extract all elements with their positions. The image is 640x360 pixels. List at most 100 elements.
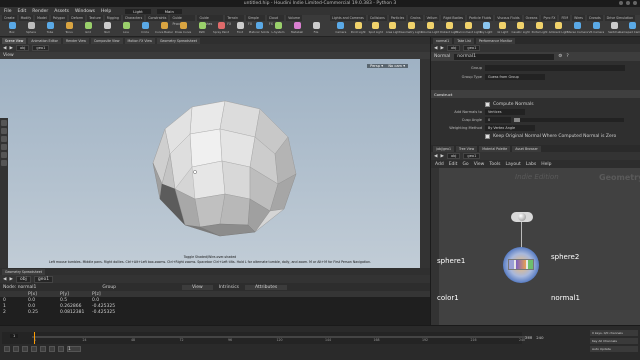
left-tab-geometry-spreadsheet[interactable]: Geometry Spreadsheet	[156, 37, 200, 44]
tab-material-palette[interactable]: Material Palette	[479, 145, 511, 152]
back-icon[interactable]: ◀	[434, 46, 437, 51]
shelf-tool-spot-light[interactable]: Spot Light	[369, 21, 383, 37]
network-menu-tools[interactable]: Tools	[489, 162, 500, 167]
shelf-tool-sky-light[interactable]: Sky Light	[479, 21, 493, 37]
back-icon[interactable]: ◀	[434, 154, 437, 159]
back-icon[interactable]: ◀	[3, 46, 6, 51]
tab-geometry-spreadsheet[interactable]: Geometry Spreadsheet	[2, 268, 45, 275]
shelf-tool-vr-camera[interactable]: VR Camera	[589, 21, 604, 37]
go-start-icon[interactable]	[4, 346, 10, 352]
shelf-tool-point-light[interactable]: Point Light	[351, 21, 366, 37]
network-menu-layout[interactable]: Layout	[505, 162, 520, 167]
forward-icon[interactable]: ▶	[9, 277, 12, 282]
shelf-tool-stereo-camera[interactable]: Stereo Camera	[567, 21, 588, 37]
select-tool-icon[interactable]	[1, 120, 7, 126]
path-node[interactable]: geo1	[32, 45, 50, 51]
keep-original-checkbox[interactable]	[485, 133, 490, 139]
timeline[interactable]: 1 1 24 48 72 96 120 144 168 192 216 240	[2, 332, 532, 344]
persp-menu[interactable]: Persp ▾	[367, 64, 386, 68]
stop-icon[interactable]	[31, 346, 37, 352]
handle-tool-icon[interactable]	[1, 152, 7, 158]
group-label[interactable]: Group	[102, 285, 116, 290]
shelf-tool-null[interactable]: Null	[99, 21, 115, 37]
shelf-tool-font[interactable]: Font	[232, 21, 248, 37]
slider-handle[interactable]	[514, 118, 520, 122]
maximize-icon[interactable]	[626, 1, 630, 5]
shelf-tool-path[interactable]: Path	[194, 21, 210, 37]
add-normals-menu[interactable]: Vertices	[485, 109, 525, 115]
scale-tool-icon[interactable]	[1, 144, 7, 150]
pose-tool-icon[interactable]	[1, 160, 7, 166]
path-node[interactable]: geo1	[463, 153, 481, 159]
network-menu-help[interactable]: Help	[541, 162, 551, 167]
desktop-selector[interactable]: Light	[125, 8, 151, 14]
shelf-tool-tube[interactable]: Tube	[42, 21, 58, 37]
shelf-tool-switcher[interactable]: Switcher	[607, 21, 621, 37]
menu-help[interactable]: Help	[101, 9, 111, 14]
cusp-angle-field[interactable]: 0	[485, 117, 511, 123]
shelf-tool-sphere[interactable]: Sphere	[23, 21, 39, 37]
compute-normals-checkbox[interactable]	[485, 101, 490, 107]
shelf-tool-metaball[interactable]: Metaball	[289, 21, 305, 37]
menu-assets[interactable]: Assets	[54, 9, 69, 14]
menu-edit[interactable]: Edit	[18, 9, 27, 14]
shelf-tool-distant-light[interactable]: Distant Light	[440, 21, 458, 37]
display-flag[interactable]	[528, 260, 533, 269]
forward-icon[interactable]: ▶	[440, 154, 443, 159]
path-root[interactable]: obj	[15, 275, 31, 283]
forward-icon[interactable]: ▶	[9, 46, 12, 51]
play-icon[interactable]	[40, 346, 46, 352]
shelf-tool-portal-light[interactable]: Portal Light	[532, 21, 548, 37]
tab-parameters[interactable]: normal1	[433, 37, 453, 44]
shelf-tool-curve-bezier[interactable]: Curve Bezier	[155, 21, 173, 37]
construct-section-header[interactable]: Construct	[431, 90, 640, 98]
step-forward-icon[interactable]	[49, 346, 55, 352]
shelf-tool-draw-curve[interactable]: Draw Curve	[175, 21, 191, 37]
network-menu-labs[interactable]: Labs	[526, 162, 536, 167]
shelf-tool-l-system[interactable]: L-System	[270, 21, 286, 37]
shelf-tool-line[interactable]: Line	[118, 21, 134, 37]
cusp-angle-slider[interactable]	[514, 118, 624, 122]
shelf-tool-ambient-light[interactable]: Ambient Light	[549, 21, 568, 37]
shelf-tool-geometry-light[interactable]: Geometry Light	[400, 21, 422, 37]
shelf-tool-volume-light[interactable]: Volume Light	[421, 21, 439, 37]
tab-tree-view[interactable]: Tree View	[455, 145, 478, 152]
rotate-tool-icon[interactable]	[1, 136, 7, 142]
end-frame-field-2[interactable]: 240	[536, 335, 543, 340]
path-root[interactable]: obj	[446, 153, 461, 159]
gear-icon[interactable]: ⚙	[558, 54, 562, 59]
shelf-tool-circle[interactable]: Circle	[137, 21, 153, 37]
tab-take-list[interactable]: Take List	[454, 37, 474, 44]
bypass-flag[interactable]	[509, 260, 514, 269]
play-back-icon[interactable]	[22, 346, 28, 352]
shelf-tool-gi-light[interactable]: GI Light	[496, 21, 510, 37]
attributes-menu[interactable]: Attributes	[245, 284, 288, 290]
left-tab-animation-editor[interactable]: Animation Editor	[28, 37, 61, 44]
shelf-tool-box[interactable]: Box	[4, 21, 20, 37]
move-tool-icon[interactable]	[1, 128, 7, 134]
shelf-tool-caustic-light[interactable]: Caustic Light	[512, 21, 530, 37]
shelf-tool-environment-light[interactable]: Environment Light	[455, 21, 481, 37]
auto-update-menu[interactable]: Auto Update	[590, 346, 638, 352]
shelf-tool-area-light[interactable]: Area Light	[386, 21, 400, 37]
path-node[interactable]: geo1	[463, 45, 481, 51]
network-menu-add[interactable]: Add	[435, 162, 444, 167]
menu-file[interactable]: File	[4, 9, 12, 14]
left-tab-scene-view[interactable]: Scene View	[2, 37, 27, 44]
key-all-channels-button[interactable]: Key All Channels	[590, 338, 638, 344]
network-menu-go[interactable]: Go	[462, 162, 468, 167]
shelf-tool-gamepad-camera[interactable]: Gamepad Camera	[619, 21, 640, 37]
start-frame-field[interactable]: 1	[67, 346, 81, 352]
tab-network[interactable]: /obj/geo1	[433, 145, 454, 152]
column-header[interactable]: P[x]	[28, 292, 60, 297]
shelf-tool-platonic-solids[interactable]: Platonic Solids	[249, 21, 269, 37]
view-tab[interactable]: View	[3, 53, 14, 58]
path-node[interactable]: geo1	[33, 275, 54, 283]
minimize-icon[interactable]	[619, 1, 623, 5]
table-row[interactable]: 2 0.25 0.0812381 -0.425325	[0, 309, 430, 315]
current-frame-field[interactable]: 1	[10, 334, 19, 338]
close-icon[interactable]	[633, 1, 637, 5]
weighting-menu[interactable]: By Vertex Angle	[485, 125, 535, 131]
shelf-tool-spray-paint[interactable]: Spray Paint	[213, 21, 229, 37]
shelf-tool-camera[interactable]: Camera	[334, 21, 348, 37]
